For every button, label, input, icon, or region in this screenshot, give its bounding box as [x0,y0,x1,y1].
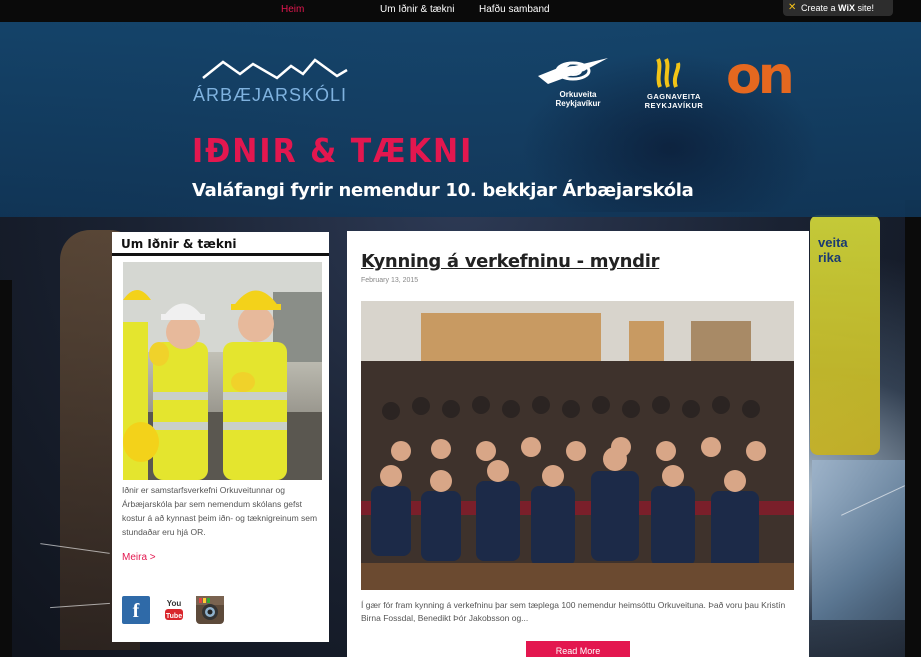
blog-post-card: Kynning á verkefninu - myndir February 1… [347,231,809,657]
nav-item-home[interactable]: Heim [281,4,304,15]
background-vest-text: veita rika [818,235,848,265]
sidebar-more-link[interactable]: Meira > [122,552,156,563]
orkuveita-logo-icon [538,58,608,84]
post-excerpt: Í gær fór fram kynning á verkefninu þar … [361,600,786,623]
instagram-icon[interactable] [196,596,224,624]
wix-badge-prefix: Create a [801,3,839,13]
gagnaveita-logo-icon [656,58,681,88]
svg-text:Tube: Tube [166,613,182,620]
sidebar-title: Um Iðnir & tækni [112,232,329,256]
post-title-link[interactable]: Kynning á verkefninu - myndir [361,251,660,272]
audience-illustration-icon [361,301,794,590]
nav-item-contact[interactable]: Hafðu samband [479,4,550,15]
nav-item-about[interactable]: Um Iðnir & tækni [380,4,454,15]
background-rail-right [905,200,921,657]
gagnaveita-name: GAGNAVEITA REYKJAVÍKUR [644,92,704,110]
facebook-icon[interactable]: f [122,596,150,624]
background-rail-left [0,280,12,657]
school-name: ÁRBÆJARSKÓLI [193,85,348,105]
about-sidebar: Um Iðnir & tækni Iðnir er samstarfsverke… [112,232,329,642]
post-date: February 13, 2015 [361,277,419,284]
header-banner: ÁRBÆJARSKÓLI Orkuveita Reykjavíkur GAGNA… [0,22,921,217]
wix-badge-suffix: site! [854,3,874,13]
top-nav-bar: Heim Um Iðnir & tækni Hafðu samband ✕ Cr… [0,0,921,22]
background-safety-vest: veita rika [810,215,880,455]
youtube-icon[interactable]: You Tube [164,596,192,624]
wix-badge-brand: WiX [838,3,855,13]
read-more-button[interactable]: Read More [526,641,630,657]
post-audience-photo [361,301,794,590]
create-wix-site-badge[interactable]: ✕ Create a WiX site! [783,0,893,16]
sidebar-description: Iðnir er samstarfsverkefni Orkuveitunnar… [122,485,318,537]
svg-text:You: You [167,599,182,608]
orkuveita-name: Orkuveita Reykjavíkur [555,90,601,108]
banner-subtitle: Valáfangi fyrir nemendur 10. bekkjar Árb… [192,180,694,201]
banner-title: IÐNIR & TÆKNI [192,132,474,171]
students-illustration-icon [123,262,322,480]
wix-star-icon: ✕ [788,2,797,13]
on-logo: on [726,46,795,106]
sidebar-students-photo [123,262,322,480]
